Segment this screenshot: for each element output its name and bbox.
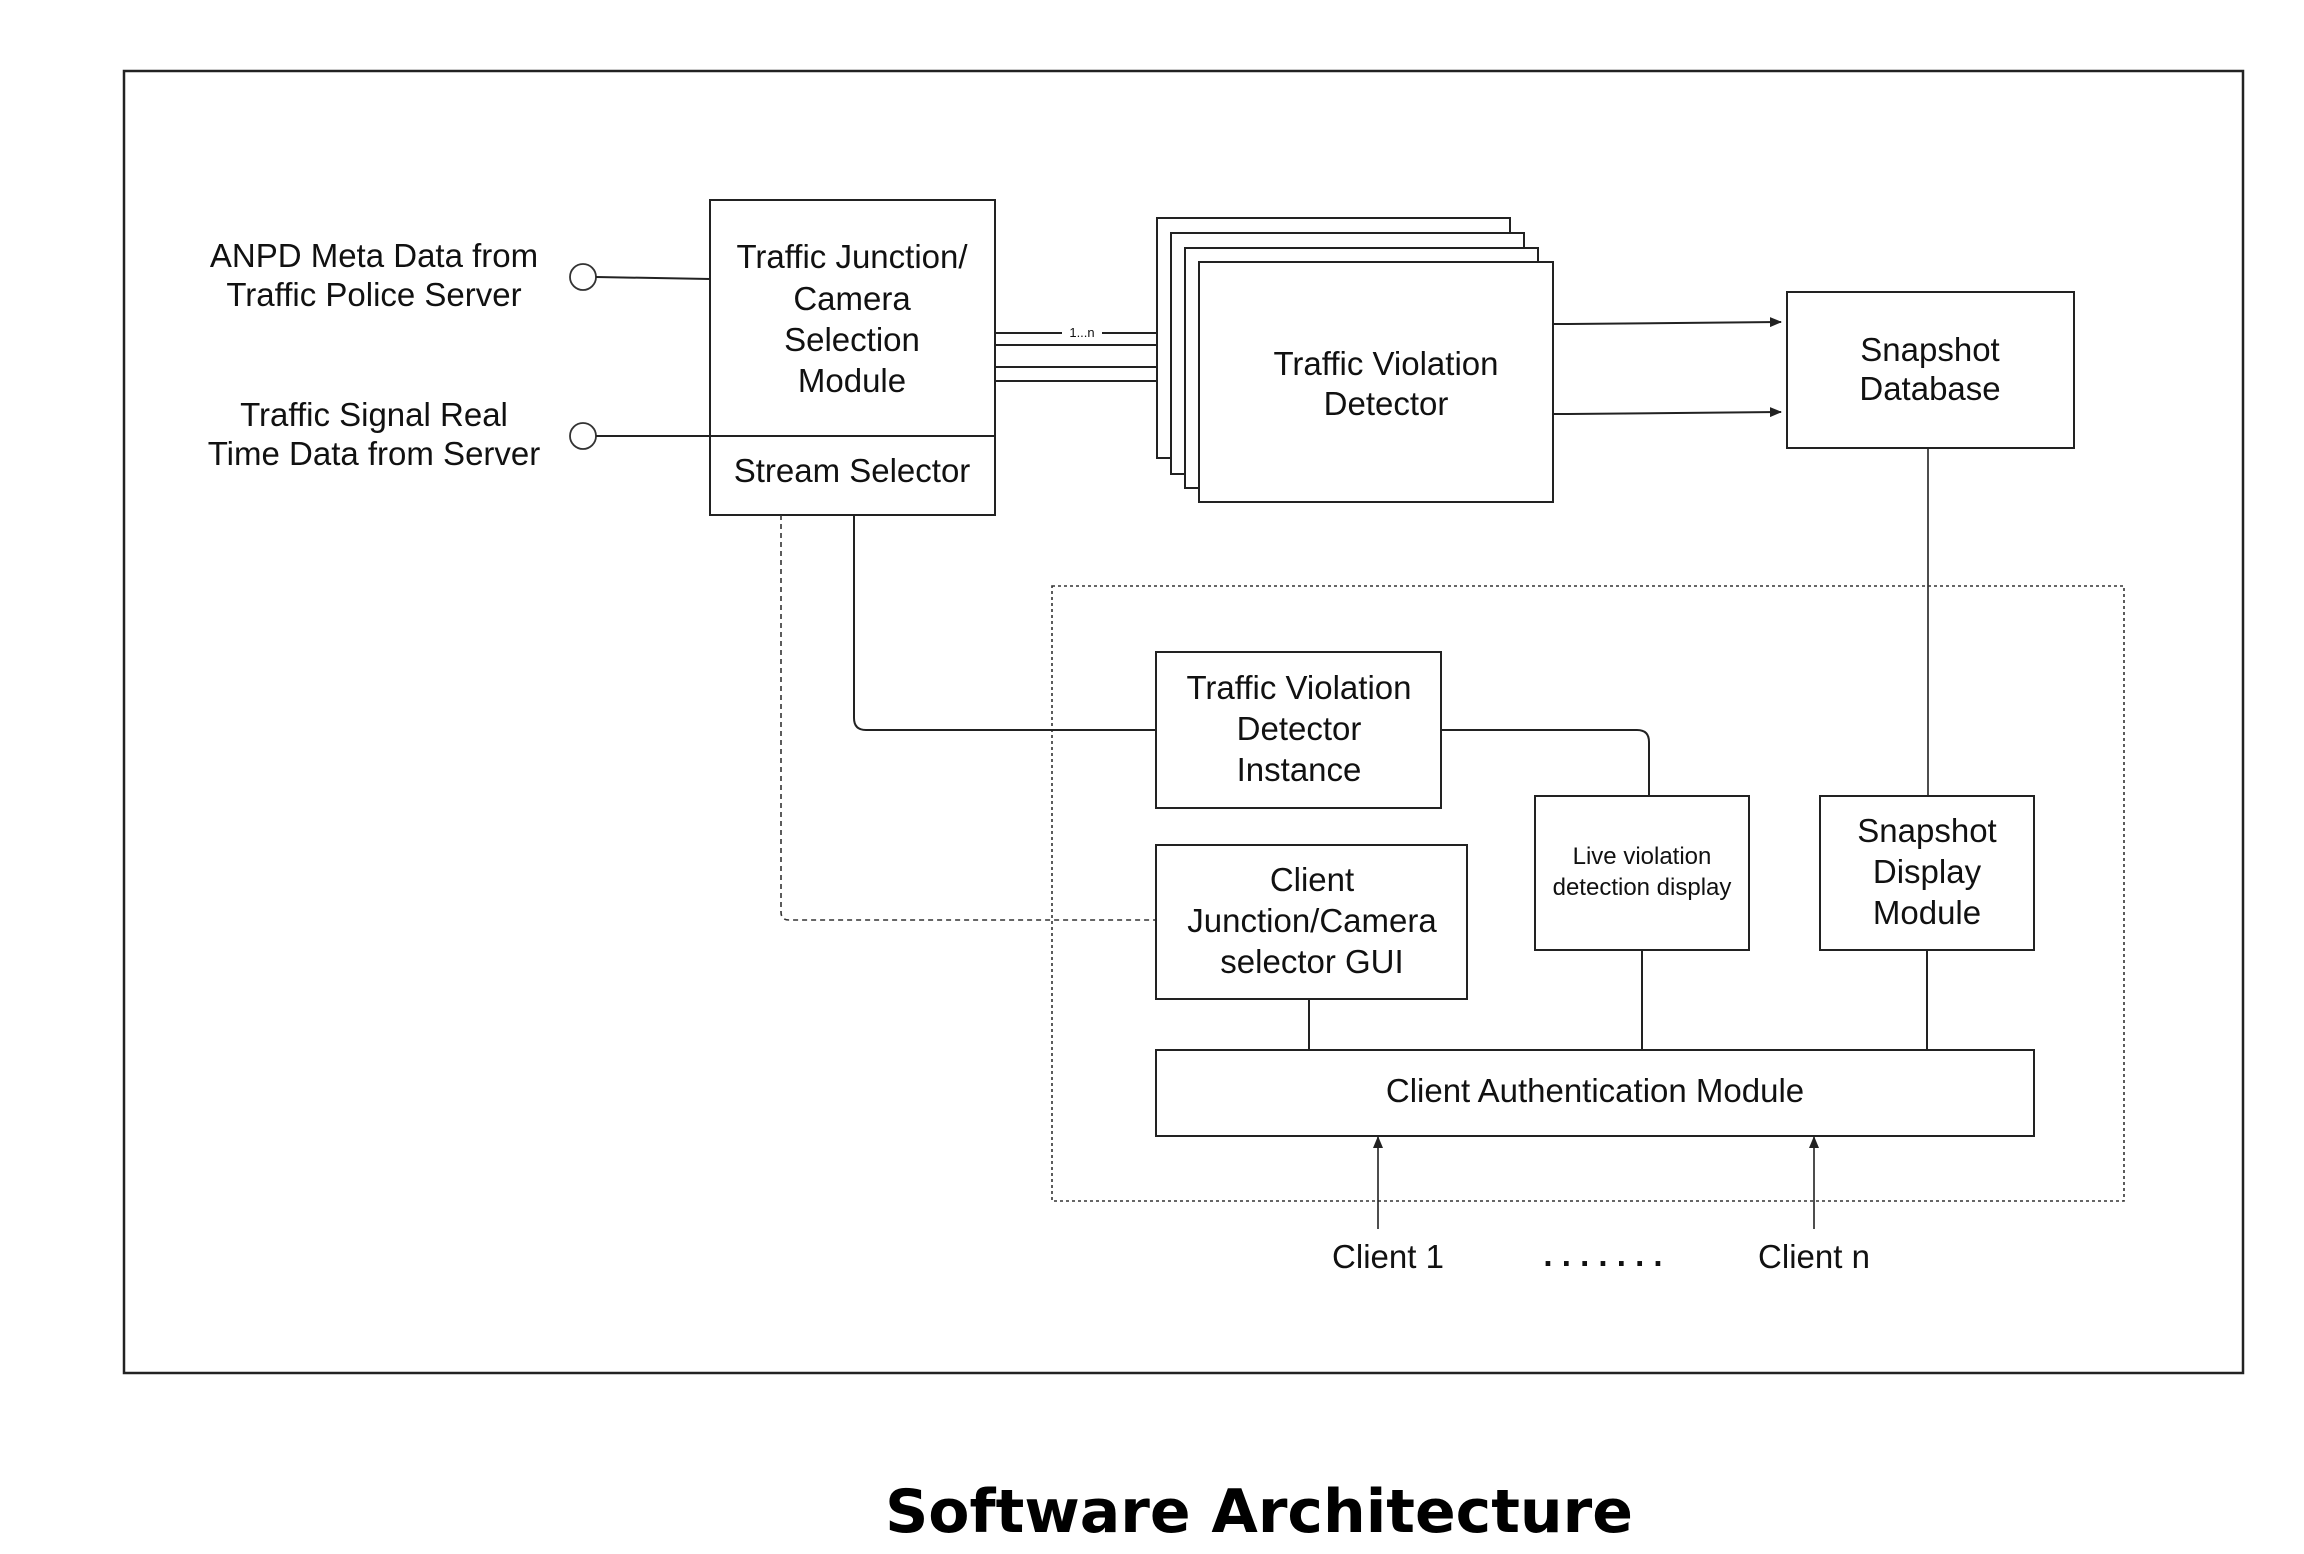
- selector-to-gui-connector: [780, 515, 1156, 921]
- signal-label-line1: Traffic Signal Real: [240, 396, 508, 433]
- live-display-box: [1534, 795, 1750, 951]
- selection-module-line1: Traffic Junction/: [736, 238, 968, 275]
- snapshot-database-line1: Snapshot: [1860, 331, 1999, 368]
- anpd-label-line2: Traffic Police Server: [226, 276, 521, 313]
- anpd-connector: [595, 276, 711, 280]
- signal-interface-icon: [569, 422, 597, 450]
- multiplicity-label: 1...n: [1069, 325, 1094, 340]
- client-gui-line1: Client: [1270, 861, 1354, 898]
- client-ellipsis: . . . . . . .: [1543, 1236, 1662, 1273]
- snapshot-database-line2: Database: [1859, 370, 2000, 407]
- signal-label-line2: Time Data from Server: [208, 435, 541, 472]
- detector-line2: Detector: [1324, 385, 1449, 422]
- snapshot-display-line1: Snapshot: [1857, 812, 1996, 849]
- snapshot-display-line2: Display: [1873, 853, 1982, 890]
- live-display-line2: detection display: [1553, 874, 1732, 901]
- detector-instance-line2: Detector: [1237, 710, 1362, 747]
- selection-module-line3: Selection: [784, 321, 920, 358]
- selection-module-line2: Camera: [793, 280, 911, 317]
- client-gui-line2: Junction/Camera: [1187, 902, 1437, 939]
- stream-to-instance-connector: [853, 515, 1156, 731]
- detector-instance-line3: Instance: [1237, 751, 1362, 788]
- stream-selector-label: Stream Selector: [734, 452, 971, 489]
- auth-module-label: Client Authentication Module: [1386, 1072, 1804, 1109]
- selection-module-line4: Module: [798, 362, 906, 399]
- architecture-diagram: ANPD Meta Data from Traffic Police Serve…: [122, 69, 2245, 1547]
- client-n-label: Client n: [1758, 1238, 1870, 1275]
- anpd-interface-icon: [569, 263, 597, 291]
- client-gui-line3: selector GUI: [1220, 943, 1403, 980]
- instance-to-live-connector: [1441, 729, 1650, 796]
- detector-to-db-arrow-2: [1567, 407, 1782, 418]
- snapshot-display-line3: Module: [1873, 894, 1981, 931]
- detector-to-db-arrow-1: [1567, 317, 1782, 328]
- detector-line1: Traffic Violation: [1273, 345, 1498, 382]
- detector-box: [1198, 261, 1554, 503]
- detector-instance-line1: Traffic Violation: [1186, 669, 1411, 706]
- anpd-label-line1: ANPD Meta Data from: [210, 237, 538, 274]
- client-1-label: Client 1: [1332, 1238, 1444, 1275]
- live-display-line1: Live violation: [1573, 843, 1712, 870]
- page-title: Software Architecture: [885, 1477, 1633, 1547]
